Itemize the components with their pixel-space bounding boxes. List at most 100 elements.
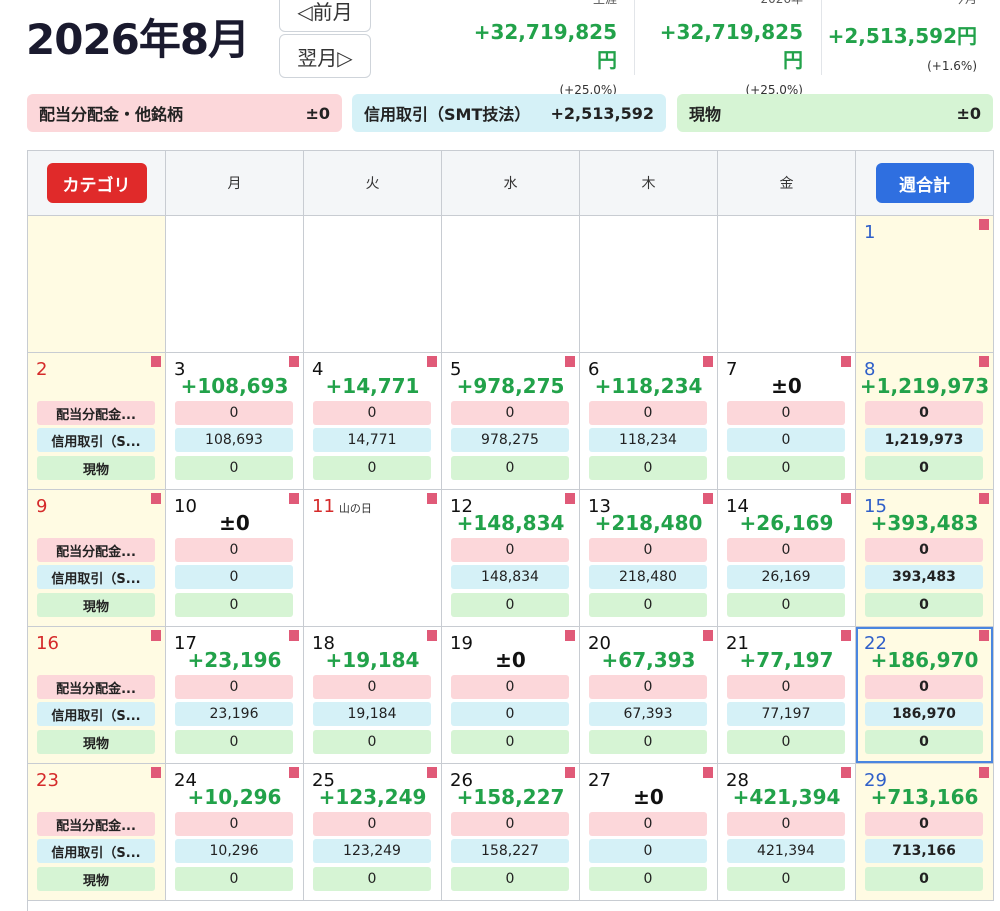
flag-icon: [427, 493, 437, 504]
value-spot: 0: [727, 867, 845, 891]
stat-label: 生涯: [455, 0, 617, 10]
value-dividends: 0: [175, 675, 293, 699]
stat-value: +32,719,825円: [473, 20, 617, 72]
day-cell[interactable]: 3 +108,693 0 108,693 0: [166, 353, 304, 490]
flag-icon: [151, 356, 161, 367]
day-cell[interactable]: 13 +218,480 0 218,480 0: [580, 490, 718, 627]
value-spot: 0: [451, 593, 569, 617]
day-cell[interactable]: 21 +77,197 0 77,197 0: [718, 627, 856, 764]
weekday-header-fri: 金: [718, 151, 856, 216]
stat-year: 2026年 +32,719,825円 (+25.0%): [640, 0, 803, 97]
day-cell[interactable]: 12 +148,834 0 148,834 0: [442, 490, 580, 627]
day-total: ±0: [495, 648, 526, 672]
flag-icon: [565, 493, 575, 504]
weekly-total-cell[interactable]: 22 +186,970 0 186,970 0: [856, 627, 994, 764]
value-spot: 0: [175, 730, 293, 754]
day-cell[interactable]: 24 +10,296 0 10,296 0: [166, 764, 304, 901]
prev-month-button[interactable]: ◁前月: [279, 0, 371, 32]
day-cell[interactable]: 6 +118,234 0 118,234 0: [580, 353, 718, 490]
next-month-button[interactable]: 翌月▷: [279, 34, 371, 78]
category-button[interactable]: カテゴリ: [46, 163, 147, 203]
stat-value: +2,513,592円: [827, 24, 977, 48]
flag-icon: [565, 630, 575, 641]
day-total: +118,234: [594, 374, 703, 398]
weekly-total-cell[interactable]: 1: [856, 216, 994, 353]
day-cell[interactable]: 11 山の日: [304, 490, 442, 627]
day-cell[interactable]: 26 +158,227 0 158,227 0: [442, 764, 580, 901]
value-margin: 14,771: [313, 428, 431, 452]
value-spot: 0: [589, 730, 707, 754]
value-spot: 0: [589, 593, 707, 617]
weekly-total: +713,166: [870, 785, 979, 809]
category-name: 現物: [689, 105, 722, 124]
value-spot: 0: [589, 867, 707, 891]
flag-icon: [151, 630, 161, 641]
divider: [634, 0, 635, 75]
week-label-cell[interactable]: 23 配当分配金... 信用取引（S... 現物: [28, 764, 166, 901]
value-spot: 0: [175, 456, 293, 480]
row-label-margin: 信用取引（S...: [37, 565, 155, 589]
flag-icon: [841, 356, 851, 367]
value-dividends: 0: [589, 538, 707, 562]
day-total: ±0: [771, 374, 802, 398]
flag-icon: [703, 630, 713, 641]
day-cell[interactable]: 4 +14,771 0 14,771 0: [304, 353, 442, 490]
flag-icon: [151, 767, 161, 778]
row-label-dividends: 配当分配金...: [37, 812, 155, 836]
flag-icon: [703, 356, 713, 367]
flag-icon: [289, 630, 299, 641]
weekday-header-thu: 木: [580, 151, 718, 216]
weekly-spot: 0: [865, 730, 983, 754]
flag-icon: [289, 767, 299, 778]
week-label-cell[interactable]: 2 配当分配金... 信用取引（S... 現物: [28, 353, 166, 490]
value-margin: 0: [451, 702, 569, 726]
day-total: +218,480: [594, 511, 703, 535]
flag-icon: [289, 493, 299, 504]
day-cell: [580, 216, 718, 353]
week-label-cell[interactable]: 16 配当分配金... 信用取引（S... 現物: [28, 627, 166, 764]
day-cell[interactable]: 27 ±0 0 0 0: [580, 764, 718, 901]
row-label-margin: 信用取引（S...: [37, 839, 155, 863]
value-dividends: 0: [727, 538, 845, 562]
day-cell[interactable]: 10 ±0 0 0 0: [166, 490, 304, 627]
day-cell[interactable]: 18 +19,184 0 19,184 0: [304, 627, 442, 764]
flag-icon: [841, 767, 851, 778]
weekly-total-cell[interactable]: 15 +393,483 0 393,483 0: [856, 490, 994, 627]
value-spot: 0: [313, 456, 431, 480]
flag-icon: [427, 767, 437, 778]
value-margin: 158,227: [451, 839, 569, 863]
day-total: +158,227: [456, 785, 565, 809]
value-spot: 0: [451, 456, 569, 480]
category-dividends[interactable]: 配当分配金・他銘柄 ±0: [27, 94, 342, 132]
weekly-total-cell[interactable]: 8 +1,219,973 0 1,219,973 0: [856, 353, 994, 490]
day-cell[interactable]: 28 +421,394 0 421,394 0: [718, 764, 856, 901]
weekly-total-cell[interactable]: 29 +713,166 0 713,166 0: [856, 764, 994, 901]
category-spot[interactable]: 現物 ±0: [677, 94, 993, 132]
value-dividends: 0: [451, 401, 569, 425]
day-cell[interactable]: 17 +23,196 0 23,196 0: [166, 627, 304, 764]
day-cell[interactable]: 7 ±0 0 0 0: [718, 353, 856, 490]
weekly-spot: 0: [865, 456, 983, 480]
day-cell[interactable]: 25 +123,249 0 123,249 0: [304, 764, 442, 901]
day-total: ±0: [633, 785, 664, 809]
flag-icon: [565, 767, 575, 778]
day-cell[interactable]: 14 +26,169 0 26,169 0: [718, 490, 856, 627]
day-total: +108,693: [180, 374, 289, 398]
value-dividends: 0: [589, 401, 707, 425]
weekly-total-button[interactable]: 週合計: [875, 163, 974, 203]
week-label-cell[interactable]: 9 配当分配金... 信用取引（S... 現物: [28, 490, 166, 627]
value-dividends: 0: [451, 538, 569, 562]
stat-month: 今月 +2,513,592円 (+1.6%): [827, 0, 977, 76]
day-total: +148,834: [456, 511, 565, 535]
value-margin: 218,480: [589, 565, 707, 589]
category-margin[interactable]: 信用取引（SMT技法） +2,513,592: [352, 94, 666, 132]
value-margin: 77,197: [727, 702, 845, 726]
week-label-cell[interactable]: [28, 216, 166, 353]
day-cell[interactable]: 5 +978,275 0 978,275 0: [442, 353, 580, 490]
day-total: +19,184: [325, 648, 420, 672]
day-cell[interactable]: 20 +67,393 0 67,393 0: [580, 627, 718, 764]
weekly-spot: 0: [865, 867, 983, 891]
month-title: 2026年8月: [26, 15, 250, 64]
day-cell[interactable]: 19 ±0 0 0 0: [442, 627, 580, 764]
day-total: +77,197: [739, 648, 834, 672]
